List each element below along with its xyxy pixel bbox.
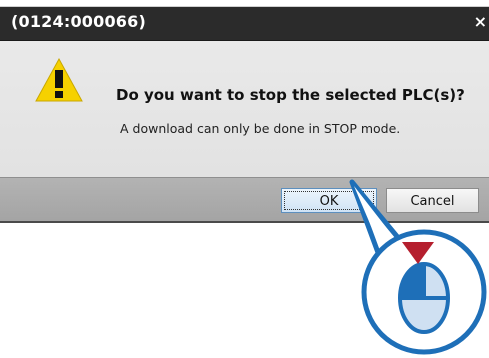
warning-icon <box>35 57 83 102</box>
dialog-body: Do you want to stop the selected PLC(s)? <box>0 41 489 177</box>
close-icon[interactable]: × <box>474 12 487 31</box>
dialog-title: (0124:000066) <box>11 12 146 31</box>
mouse-left-click-icon <box>398 262 450 334</box>
dialog-titlebar: (0124:000066) × <box>0 7 489 41</box>
dialog-question: Do you want to stop the selected PLC(s)? <box>116 86 465 104</box>
dialog-info-text: A download can only be done in STOP mode… <box>120 121 401 136</box>
mouse-click-callout <box>349 179 487 355</box>
